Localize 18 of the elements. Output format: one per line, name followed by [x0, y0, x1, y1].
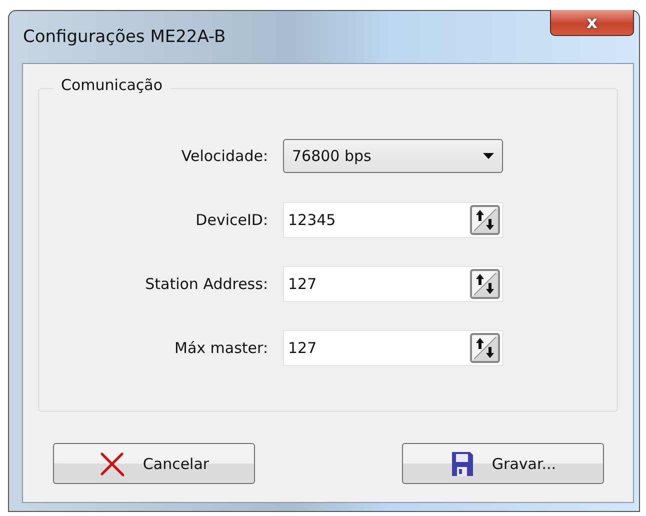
save-button[interactable]: Gravar...: [402, 443, 604, 484]
field-label: Velocidade:: [180, 147, 269, 165]
up-down-arrows-icon: [472, 271, 498, 297]
field-label: DeviceID:: [194, 211, 269, 229]
close-button[interactable]: x: [550, 10, 634, 36]
field-label: Máx master:: [174, 339, 269, 357]
field-label: Station Address:: [144, 275, 269, 293]
up-down-arrows-icon: [472, 207, 498, 233]
group-title: Comunicação: [53, 76, 170, 94]
caret-icon: [483, 153, 494, 159]
spin-button[interactable]: [470, 333, 500, 363]
spin-button[interactable]: [470, 269, 500, 299]
cancel-button[interactable]: Cancelar: [53, 443, 255, 484]
window-title: Configurações ME22A-B: [22, 27, 226, 47]
spin-button[interactable]: [470, 205, 500, 235]
up-down-arrows-icon: [472, 335, 498, 361]
cross-icon: [98, 450, 125, 476]
speed-dropdown[interactable]: 76800 bps: [283, 139, 503, 173]
